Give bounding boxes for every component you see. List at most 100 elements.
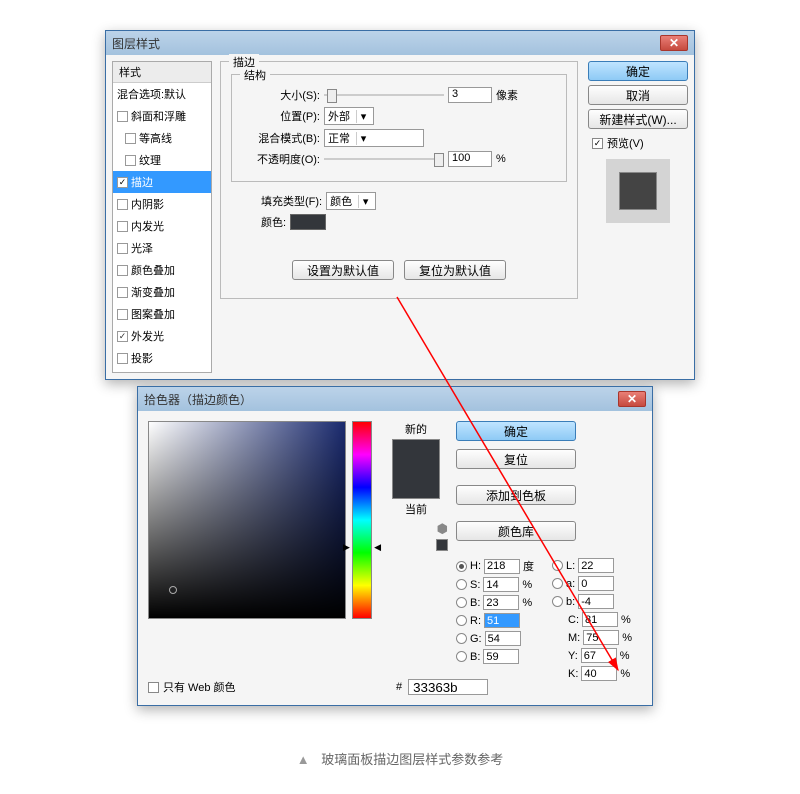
fill-type-label: 填充类型(F): [261, 193, 322, 209]
size-input[interactable]: 3 [448, 87, 492, 103]
style-list: 样式 混合选项:默认 斜面和浮雕 等高线 纹理 ✓描边 内阴影 内发光 光泽 颜… [112, 61, 212, 373]
chevron-down-icon: ▾ [356, 132, 370, 145]
cancel-button[interactable]: 取消 [588, 85, 688, 105]
chevron-down-icon: ▾ [358, 195, 372, 208]
g-input[interactable] [485, 631, 521, 646]
checkbox-icon[interactable] [117, 265, 128, 276]
ok-button[interactable]: 确定 [588, 61, 688, 81]
s-input[interactable] [483, 577, 519, 592]
checkbox-icon[interactable] [117, 243, 128, 254]
item-color-overlay[interactable]: 颜色叠加 [113, 259, 211, 281]
hex-label: # [396, 681, 402, 693]
new-style-button[interactable]: 新建样式(W)... [588, 109, 688, 129]
close-icon[interactable]: ✕ [618, 391, 646, 407]
style-list-header: 样式 [113, 62, 211, 83]
close-icon[interactable]: ✕ [660, 35, 688, 51]
bb-input[interactable] [483, 649, 519, 664]
r-input[interactable] [484, 613, 520, 628]
ls-title: 图层样式 [112, 35, 658, 52]
checkbox-icon[interactable] [125, 133, 136, 144]
r-radio[interactable] [456, 615, 467, 626]
gamut-warning-icon[interactable]: ⬢ [437, 521, 448, 536]
m-input[interactable] [583, 630, 619, 645]
new-label: 新的 [384, 421, 448, 437]
g-radio[interactable] [456, 633, 467, 644]
size-slider[interactable] [324, 87, 444, 103]
bv-input[interactable] [483, 595, 519, 610]
bv-radio[interactable] [456, 597, 467, 608]
checkbox-icon[interactable] [117, 199, 128, 210]
item-drop-shadow[interactable]: 投影 [113, 347, 211, 369]
opacity-input[interactable]: 100 [448, 151, 492, 167]
a-input[interactable] [578, 576, 614, 591]
color-picker-dialog: 拾色器（描边颜色） ✕ ▶◀ 新的 当前 ⬢ 确定 复位 添加到色板 颜色库 [137, 386, 653, 706]
item-satin[interactable]: 光泽 [113, 237, 211, 259]
blend-options[interactable]: 混合选项:默认 [113, 83, 211, 105]
s-radio[interactable] [456, 579, 467, 590]
size-unit: 像素 [496, 87, 518, 103]
l-input[interactable] [578, 558, 614, 573]
color-label: 颜色: [261, 214, 286, 230]
cp-titlebar[interactable]: 拾色器（描边颜色） ✕ [138, 387, 652, 411]
picker-ring-icon [169, 586, 177, 594]
websafe-swatch-icon[interactable] [436, 539, 448, 551]
k-input[interactable] [581, 666, 617, 681]
hue-thumb-icon: ▶◀ [343, 542, 381, 553]
item-texture[interactable]: 纹理 [113, 149, 211, 171]
l-radio[interactable] [552, 560, 563, 571]
cp-title: 拾色器（描边颜色） [144, 391, 616, 408]
cp-cancel-button[interactable]: 复位 [456, 449, 576, 469]
triangle-icon: ▲ [297, 752, 310, 767]
item-pattern-overlay[interactable]: 图案叠加 [113, 303, 211, 325]
caption: ▲ 玻璃面板描边图层样式参数参考 [0, 749, 800, 768]
hex-input[interactable] [408, 679, 488, 695]
item-inner-glow[interactable]: 内发光 [113, 215, 211, 237]
cp-ok-button[interactable]: 确定 [456, 421, 576, 441]
h-radio[interactable] [456, 561, 467, 572]
checkbox-icon[interactable] [125, 155, 136, 166]
checkbox-icon[interactable]: ✓ [117, 177, 128, 188]
checkbox-icon[interactable] [117, 221, 128, 232]
struct-title: 结构 [240, 67, 270, 83]
blab-input[interactable] [578, 594, 614, 609]
chevron-down-icon: ▾ [356, 110, 370, 123]
item-outer-glow[interactable]: ✓外发光 [113, 325, 211, 347]
blab-radio[interactable] [552, 596, 563, 607]
y-input[interactable] [581, 648, 617, 663]
size-label: 大小(S): [242, 87, 320, 103]
color-compare-swatch[interactable] [392, 439, 440, 499]
position-dropdown[interactable]: 外部▾ [324, 107, 374, 125]
c-input[interactable] [582, 612, 618, 627]
set-default-button[interactable]: 设置为默认值 [292, 260, 394, 280]
blend-mode-label: 混合模式(B): [242, 130, 320, 146]
item-inner-shadow[interactable]: 内阴影 [113, 193, 211, 215]
stroke-group: 描边 结构 大小(S): 3 像素 位置(P): 外部▾ 混合模式(B): [220, 61, 578, 299]
checkbox-icon[interactable]: ✓ [117, 331, 128, 342]
checkbox-icon[interactable] [117, 287, 128, 298]
reset-default-button[interactable]: 复位为默认值 [404, 260, 506, 280]
color-field[interactable] [148, 421, 346, 619]
current-label: 当前 [384, 501, 448, 517]
opacity-slider[interactable] [324, 151, 444, 167]
item-gradient-overlay[interactable]: 渐变叠加 [113, 281, 211, 303]
blend-mode-dropdown[interactable]: 正常▾ [324, 129, 424, 147]
stroke-color-swatch[interactable] [290, 214, 326, 230]
checkbox-icon[interactable] [117, 111, 128, 122]
ls-titlebar[interactable]: 图层样式 ✕ [106, 31, 694, 55]
checkbox-icon[interactable] [117, 309, 128, 320]
bb-radio[interactable] [456, 651, 467, 662]
preview-checkbox[interactable]: ✓ [592, 138, 603, 149]
item-contour[interactable]: 等高线 [113, 127, 211, 149]
a-radio[interactable] [552, 578, 563, 589]
color-lib-button[interactable]: 颜色库 [456, 521, 576, 541]
web-only-checkbox[interactable] [148, 682, 159, 693]
fill-type-dropdown[interactable]: 颜色▾ [326, 192, 376, 210]
item-bevel[interactable]: 斜面和浮雕 [113, 105, 211, 127]
item-stroke[interactable]: ✓描边 [113, 171, 211, 193]
preview-label: 预览(V) [607, 135, 644, 151]
hue-slider[interactable]: ▶◀ [352, 421, 372, 619]
add-swatch-button[interactable]: 添加到色板 [456, 485, 576, 505]
h-input[interactable] [484, 559, 520, 574]
position-label: 位置(P): [242, 108, 320, 124]
checkbox-icon[interactable] [117, 353, 128, 364]
